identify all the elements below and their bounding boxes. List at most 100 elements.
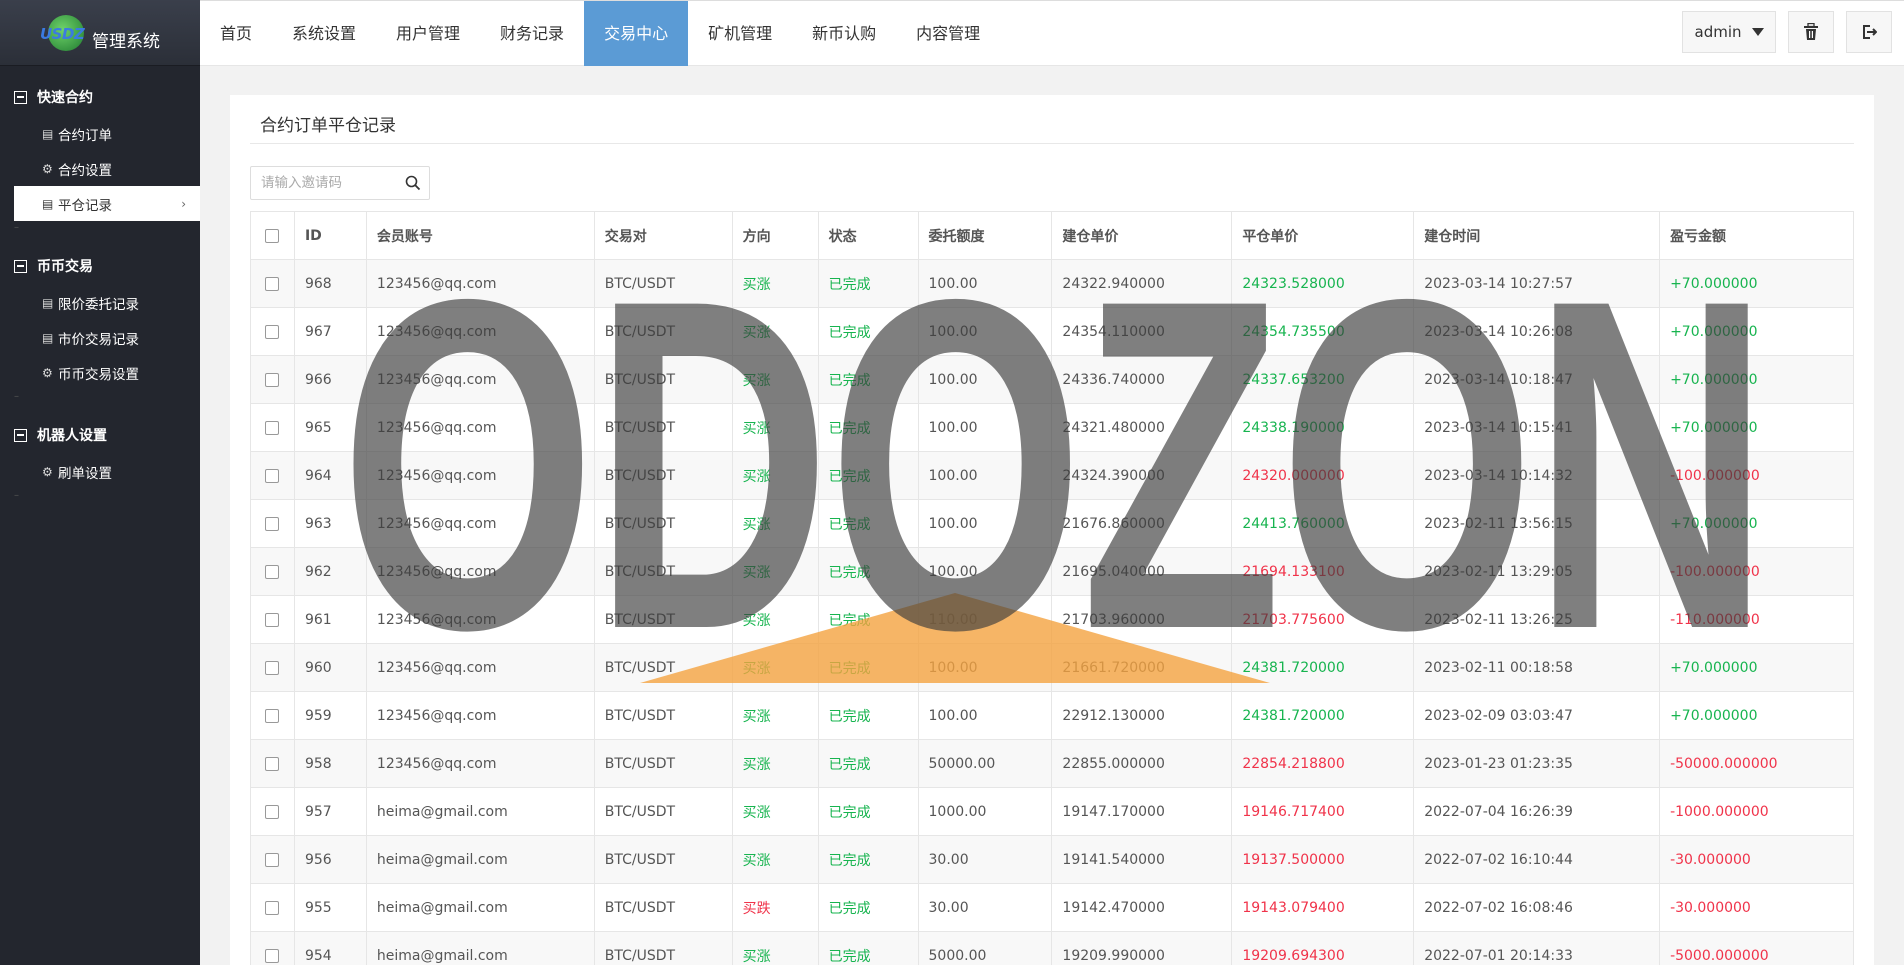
row-pair: BTC/USDT — [593, 451, 733, 500]
row-checkbox[interactable] — [250, 499, 295, 548]
row-pair: BTC/USDT — [593, 355, 733, 404]
logo[interactable]: USDZ 管理系统 — [0, 0, 200, 66]
row-checkbox[interactable] — [250, 547, 295, 596]
sidebar-item-label: 合约订单 — [58, 127, 112, 144]
row-status: 已完成 — [817, 403, 919, 452]
row-direction: 买涨 — [731, 307, 819, 356]
table-row: 968 123456@qq.com BTC/USDT 买涨 已完成 100.00 24322… — [250, 259, 1854, 308]
row-close-price: 21694.133100 — [1231, 547, 1415, 596]
row-pair: BTC/USDT — [593, 259, 733, 308]
table-row: 956 heima@gmail.com BTC/USDT 买涨 已完成 30.00 1914… — [250, 835, 1854, 884]
row-checkbox[interactable] — [250, 307, 295, 356]
search-icon[interactable] — [405, 175, 421, 191]
sidebar-item-contract-settings[interactable]: ⚙ 合约设置 — [0, 151, 200, 186]
row-checkbox[interactable] — [250, 835, 295, 884]
clear-cache-button[interactable] — [1788, 11, 1834, 53]
sidebar-item-bot-settings[interactable]: ⚙ 刷单设置 — [0, 454, 200, 489]
row-account: heima@gmail.com — [365, 787, 595, 836]
column-header: 盈亏金额 — [1659, 211, 1854, 260]
row-status: 已完成 — [817, 787, 919, 836]
sidebar-item-spot-settings[interactable]: ⚙ 币币交易设置 — [0, 355, 200, 390]
collapse-icon — [14, 90, 27, 104]
nav-tab-system-settings[interactable]: 系统设置 — [272, 1, 376, 66]
sidebar-item-contract-orders[interactable]: ▤ 合约订单 — [0, 116, 200, 151]
gear-icon: ⚙ — [42, 365, 53, 380]
doc-icon: ▤ — [42, 126, 54, 141]
menu-group-label: 币币交易 — [37, 259, 93, 275]
row-status: 已完成 — [817, 595, 919, 644]
column-header: 平仓单价 — [1231, 211, 1415, 260]
row-pair: BTC/USDT — [593, 547, 733, 596]
row-open-price: 22912.130000 — [1051, 691, 1233, 740]
logout-icon — [1863, 25, 1877, 39]
row-direction: 买涨 — [731, 787, 819, 836]
row-checkbox[interactable] — [250, 403, 295, 452]
row-open-price: 24324.390000 — [1051, 451, 1233, 500]
row-checkbox[interactable] — [250, 643, 295, 692]
sidebar-item-label: 限价委托记录 — [58, 296, 139, 313]
row-open-time: 2023-02-09 03:03:47 — [1413, 691, 1661, 740]
row-open-time: 2022-07-02 16:10:44 — [1413, 835, 1661, 884]
row-account: heima@gmail.com — [365, 883, 595, 932]
menu-group-title[interactable]: 机器人设置 — [0, 424, 200, 446]
row-direction: 买涨 — [731, 691, 819, 740]
row-close-price: 24381.720000 — [1231, 691, 1415, 740]
table-row: 954 heima@gmail.com BTC/USDT 买涨 已完成 5000.00 19… — [250, 931, 1854, 965]
row-direction: 买涨 — [731, 739, 819, 788]
row-checkbox[interactable] — [250, 787, 295, 836]
row-checkbox[interactable] — [250, 451, 295, 500]
nav-tab-new-coin-subscription[interactable]: 新币认购 — [792, 1, 896, 66]
row-close-price: 24320.000000 — [1231, 451, 1415, 500]
chevron-right-icon: › — [181, 196, 186, 211]
search-input[interactable] — [251, 167, 391, 199]
row-id: 963 — [293, 499, 367, 548]
nav-tab-finance-records[interactable]: 财务记录 — [480, 1, 584, 66]
column-header: ID — [293, 211, 367, 260]
row-direction: 买涨 — [731, 595, 819, 644]
row-close-price: 24337.653200 — [1231, 355, 1415, 404]
menu-separator: – — [14, 391, 19, 402]
row-checkbox[interactable] — [250, 259, 295, 308]
row-checkbox[interactable] — [250, 691, 295, 740]
row-checkbox[interactable] — [250, 595, 295, 644]
select-all-checkbox[interactable] — [250, 211, 295, 260]
admin-dropdown[interactable]: admin — [1682, 11, 1776, 53]
table-row: 966 123456@qq.com BTC/USDT 买涨 已完成 100.00 24336… — [250, 355, 1854, 404]
row-pair: BTC/USDT — [593, 883, 733, 932]
row-checkbox[interactable] — [250, 883, 295, 932]
nav-tab-trade-center[interactable]: 交易中心 — [584, 1, 689, 66]
row-open-price: 19147.170000 — [1051, 787, 1233, 836]
row-status: 已完成 — [817, 259, 919, 308]
menu-group-title[interactable]: 快速合约 — [0, 86, 200, 108]
row-checkbox[interactable] — [250, 931, 295, 965]
row-account: 123456@qq.com — [365, 307, 595, 356]
nav-tab-miner-management[interactable]: 矿机管理 — [688, 1, 792, 66]
row-checkbox[interactable] — [250, 739, 295, 788]
row-direction: 买涨 — [731, 643, 819, 692]
sidebar-item-close-records[interactable]: ▤ 平仓记录 › — [14, 186, 200, 221]
row-pair: BTC/USDT — [593, 931, 733, 965]
row-account: 123456@qq.com — [365, 499, 595, 548]
row-open-price: 21661.720000 — [1051, 643, 1233, 692]
row-checkbox[interactable] — [250, 355, 295, 404]
sidebar-item-market-trades[interactable]: ▤ 市价交易记录 — [0, 320, 200, 355]
row-open-price: 19209.990000 — [1051, 931, 1233, 965]
menu-group-title[interactable]: 币币交易 — [0, 255, 200, 277]
row-direction: 买涨 — [731, 931, 819, 965]
row-pair: BTC/USDT — [593, 403, 733, 452]
row-pnl: -100.000000 — [1659, 451, 1854, 500]
sidebar-item-limit-orders[interactable]: ▤ 限价委托记录 — [0, 285, 200, 320]
row-open-price: 21703.960000 — [1051, 595, 1233, 644]
row-account: 123456@qq.com — [365, 451, 595, 500]
nav-tab-content-management[interactable]: 内容管理 — [896, 1, 1000, 66]
top-right-actions: admin — [1682, 11, 1892, 53]
column-header: 委托额度 — [917, 211, 1053, 260]
logout-button[interactable] — [1846, 11, 1892, 53]
nav-tab-user-management[interactable]: 用户管理 — [376, 1, 480, 66]
row-amount: 30.00 — [917, 883, 1053, 932]
row-id: 959 — [293, 691, 367, 740]
row-account: 123456@qq.com — [365, 595, 595, 644]
nav-tab-home[interactable]: 首页 — [200, 1, 272, 66]
row-pnl: -100.000000 — [1659, 547, 1854, 596]
menu-group: 币币交易 ▤ 限价委托记录 ▤ 市价交易记录 ⚙ 币币交易设置 — [0, 255, 200, 390]
